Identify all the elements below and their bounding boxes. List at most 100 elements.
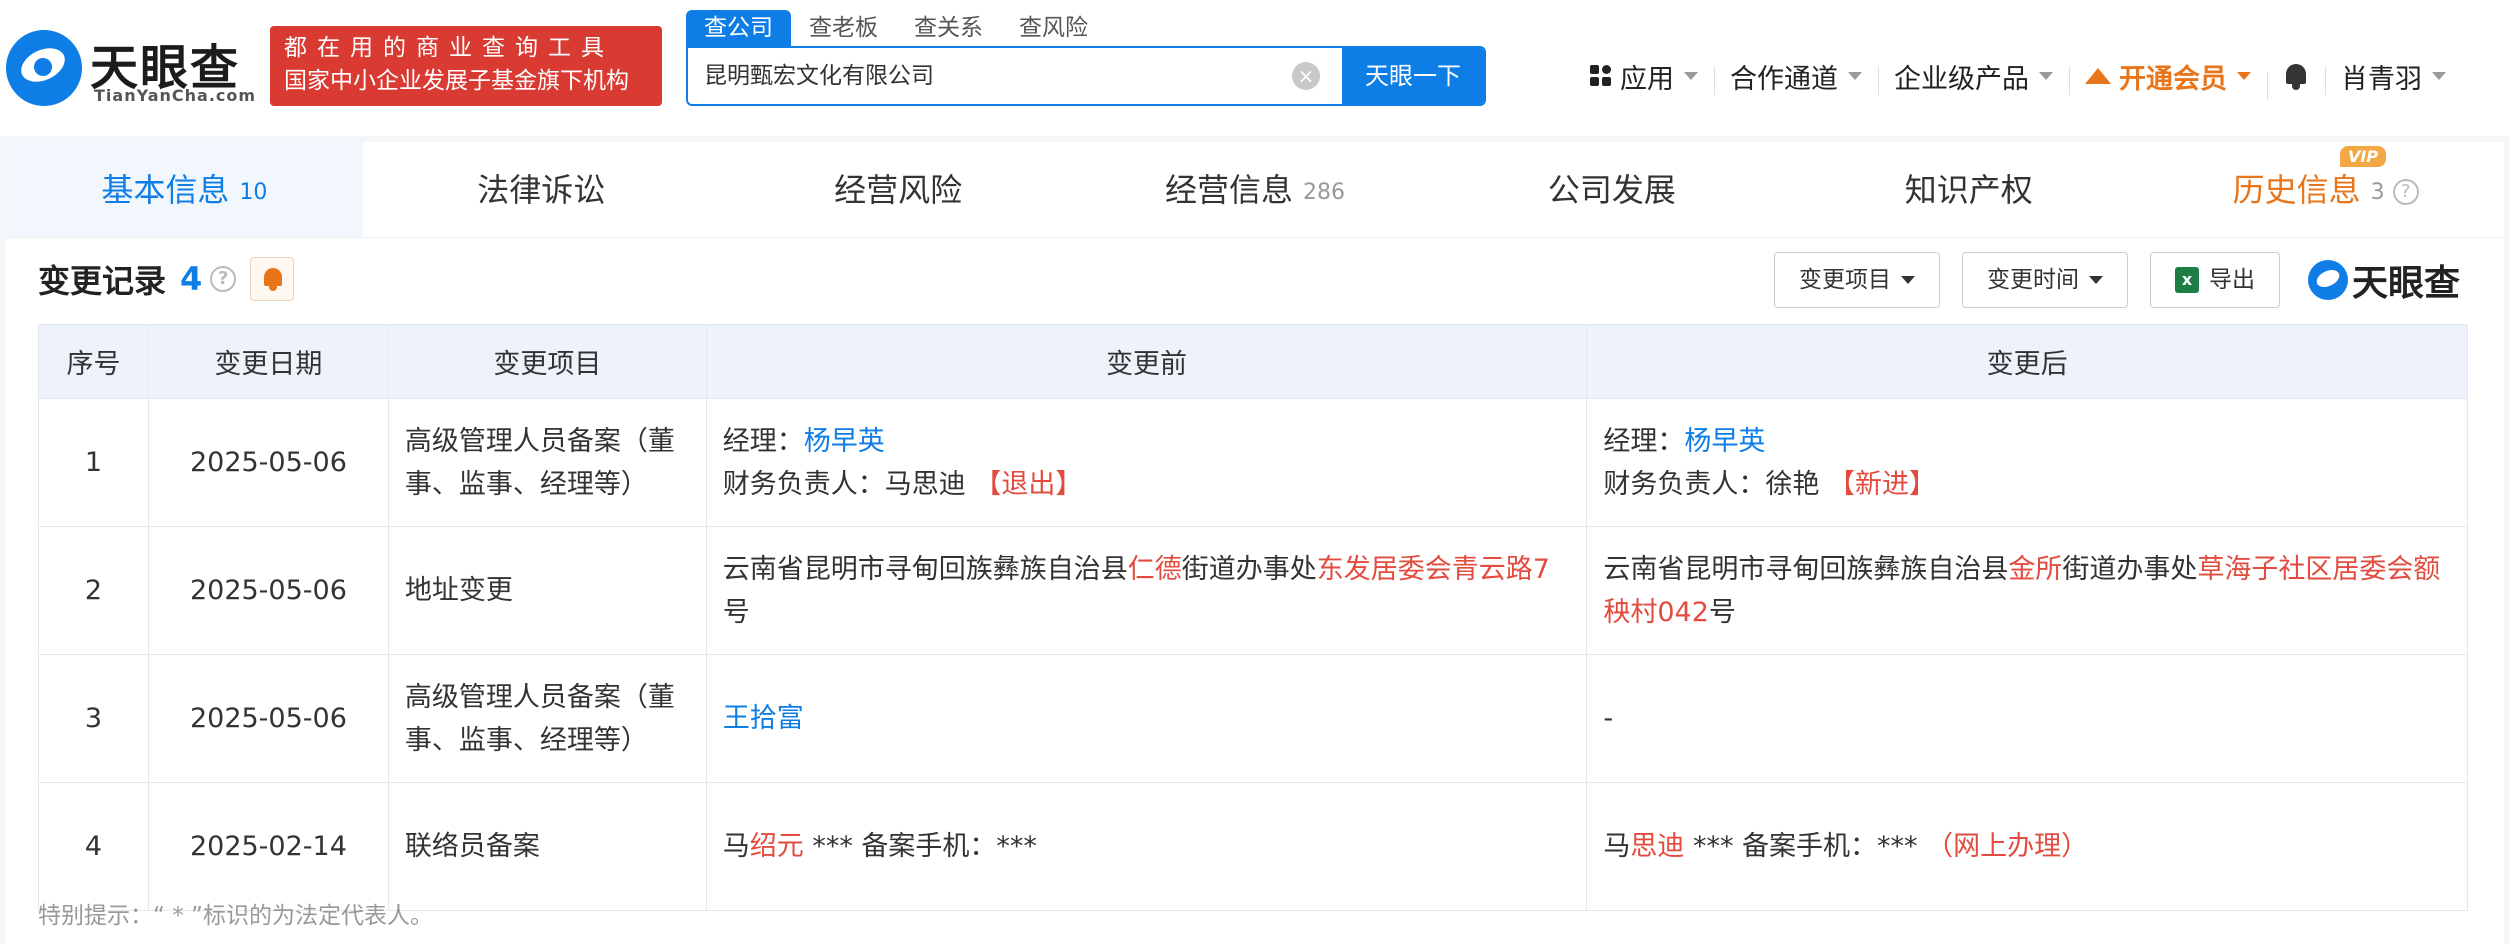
user-name: 肖青羽 — [2341, 63, 2422, 95]
row-number: 4 — [38, 782, 149, 911]
nav-partner[interactable]: 合作通道 — [1714, 57, 1878, 96]
contact-text: 马 — [1603, 831, 1631, 862]
nav-enterprise-label: 企业级产品 — [1894, 63, 2029, 95]
status-tag: 【新进】 — [1827, 468, 1936, 500]
tab-label: 公司发展 — [1547, 171, 1676, 209]
address-text: 号 — [722, 596, 750, 628]
footnote: 特别提示：“ * ”标识的为法定代表人。 — [38, 903, 433, 929]
search-button[interactable]: 天眼一下 — [1342, 48, 1484, 104]
tab-label: 经营风险 — [834, 171, 963, 209]
top-header: 天眼查 TianYanCha.com 都在用的商业查询工具 国家中小企业发展子基… — [0, 0, 2510, 136]
chevron-down-icon — [2039, 72, 2053, 80]
tab-count: 10 — [239, 180, 268, 205]
nav-user[interactable]: 肖青羽 — [2325, 57, 2462, 96]
chevron-down-icon — [1901, 276, 1915, 284]
change-records-table: 序号 变更日期 变更项目 变更前 变更后 1 2025-05-06 高级管理人员… — [38, 324, 2468, 911]
tab-development[interactable]: 公司发展 — [1433, 142, 1790, 237]
change-date: 2025-05-06 — [147, 398, 389, 527]
chevron-down-icon — [2237, 72, 2251, 80]
search-tab-boss[interactable]: 查老板 — [791, 10, 896, 46]
address-text: 街道办事处 — [1181, 553, 1317, 585]
search-input[interactable] — [704, 48, 1304, 104]
before-cell: 云南省昆明市寻甸回族彝族自治县仁德街道办事处东发居委会青云路7 号 — [705, 526, 1588, 655]
chevron-down-icon — [2089, 276, 2103, 284]
tab-count: 286 — [1303, 180, 1346, 205]
status-tag: （网上办理） — [1926, 831, 2089, 862]
crown-icon — [2085, 66, 2111, 86]
contact-text: *** 备案手机：*** — [803, 831, 1037, 862]
slogan-line1: 都在用的商业查询工具 — [284, 35, 614, 61]
nav-notifications[interactable] — [2267, 62, 2325, 100]
address-text: 号 — [1708, 596, 1736, 628]
excel-icon: x — [2175, 267, 2199, 293]
bell-icon — [2283, 62, 2309, 90]
col-header: 变更日期 — [147, 324, 389, 399]
person-link[interactable]: 杨早英 — [1684, 426, 1765, 457]
tab-legal[interactable]: 法律诉讼 — [363, 142, 720, 237]
search-tab-risk[interactable]: 查风险 — [1001, 10, 1106, 46]
tab-risk[interactable]: 经营风险 — [720, 142, 1077, 237]
top-nav: 应用 合作通道 企业级产品 开通会员 肖青羽 — [1574, 52, 2462, 100]
filter-change-time-button[interactable]: 变更时间 — [1962, 252, 2128, 308]
filter-label: 变更项目 — [1799, 267, 1891, 293]
search-tab-relation[interactable]: 查关系 — [896, 10, 1001, 46]
change-item: 高级管理人员备案（董事、监事、经理等） — [387, 398, 707, 527]
tab-basic-info[interactable]: 基本信息 10 — [6, 142, 363, 237]
help-icon[interactable]: ? — [2392, 179, 2419, 205]
tianyancha-logo[interactable]: 天眼查 TianYanCha.com — [6, 28, 256, 108]
section-title: 变更记录 — [38, 262, 167, 300]
address-text: 街道办事处 — [2062, 553, 2198, 585]
nav-apps[interactable]: 应用 — [1574, 57, 1714, 96]
person-link[interactable]: 杨早英 — [804, 426, 885, 457]
tab-label: 法律诉讼 — [477, 171, 606, 209]
tab-ip[interactable]: 知识产权 — [1790, 142, 2147, 237]
address-text: 云南省昆明市寻甸回族彝族自治县 — [722, 553, 1128, 585]
filter-change-item-button[interactable]: 变更项目 — [1774, 252, 1940, 308]
search-tab-company[interactable]: 查公司 — [686, 10, 791, 46]
contact-diff: 思迪 — [1630, 831, 1685, 862]
tab-history[interactable]: 历史信息 3? — [2147, 142, 2504, 237]
tab-label: 历史信息 — [2232, 171, 2361, 209]
section-count: 4 — [180, 260, 203, 298]
change-records-panel: 变更记录 4 ? 变更项目 变更时间 x 导出 天眼查 序号 变更日期 变更项目… — [6, 238, 2504, 944]
filter-label: 变更时间 — [1987, 267, 2079, 293]
address-text: 云南省昆明市寻甸回族彝族自治县 — [1603, 553, 2009, 585]
nav-vip[interactable]: 开通会员 — [2069, 57, 2267, 96]
tab-count: 3 — [2370, 180, 2385, 205]
table-header-row: 序号 变更日期 变更项目 变更前 变更后 — [38, 324, 2468, 399]
table-row: 1 2025-05-06 高级管理人员备案（董事、监事、经理等） 经理：杨早英 … — [38, 398, 2468, 527]
after-cell: - — [1586, 654, 2468, 783]
change-item: 高级管理人员备案（董事、监事、经理等） — [387, 654, 707, 783]
export-label: 导出 — [2209, 267, 2255, 293]
person-link[interactable]: 王拾富 — [723, 703, 804, 734]
before-cell: 经理：杨早英 财务负责人：马思迪 【退出】 — [705, 398, 1588, 527]
after-cell: 马思迪 *** 备案手机：*** （网上办理） — [1586, 782, 2468, 911]
change-date: 2025-02-14 — [147, 782, 389, 911]
company-tabs: 基本信息 10 法律诉讼 经营风险 经营信息 286 公司发展 知识产权 历史信息 3… — [6, 142, 2504, 238]
change-date: 2025-05-06 — [147, 654, 389, 783]
change-item: 地址变更 — [387, 526, 707, 655]
monitor-bell-button[interactable] — [250, 257, 295, 301]
tab-label: 经营信息 — [1165, 171, 1294, 209]
clear-icon[interactable]: × — [1292, 62, 1320, 90]
apps-grid-icon — [1590, 65, 1612, 87]
after-cell: 经理：杨早英 财务负责人：徐艳 【新进】 — [1586, 398, 2468, 527]
slogan-banner[interactable]: 都在用的商业查询工具 国家中小企业发展子基金旗下机构 — [270, 26, 662, 106]
tab-business-info[interactable]: 经营信息 286 — [1077, 142, 1434, 237]
field-label: 经理： — [1603, 425, 1685, 457]
col-header: 变更项目 — [387, 324, 707, 399]
row-number: 3 — [38, 654, 149, 783]
col-header: 变更后 — [1586, 324, 2468, 399]
nav-apps-label: 应用 — [1620, 63, 1674, 95]
col-header: 变更前 — [705, 324, 1588, 399]
address-diff: 东发居委会青云路7 — [1316, 553, 1550, 585]
logo-eye-icon — [2308, 260, 2348, 300]
logo-domain: TianYanCha.com — [94, 86, 257, 105]
before-cell: 王拾富 — [705, 654, 1588, 783]
help-icon[interactable]: ? — [210, 266, 237, 292]
nav-enterprise[interactable]: 企业级产品 — [1878, 57, 2069, 96]
address-diff: 仁德 — [1127, 553, 1182, 585]
row-number: 2 — [38, 526, 149, 655]
export-button[interactable]: x 导出 — [2150, 252, 2280, 308]
change-date: 2025-05-06 — [147, 526, 389, 655]
